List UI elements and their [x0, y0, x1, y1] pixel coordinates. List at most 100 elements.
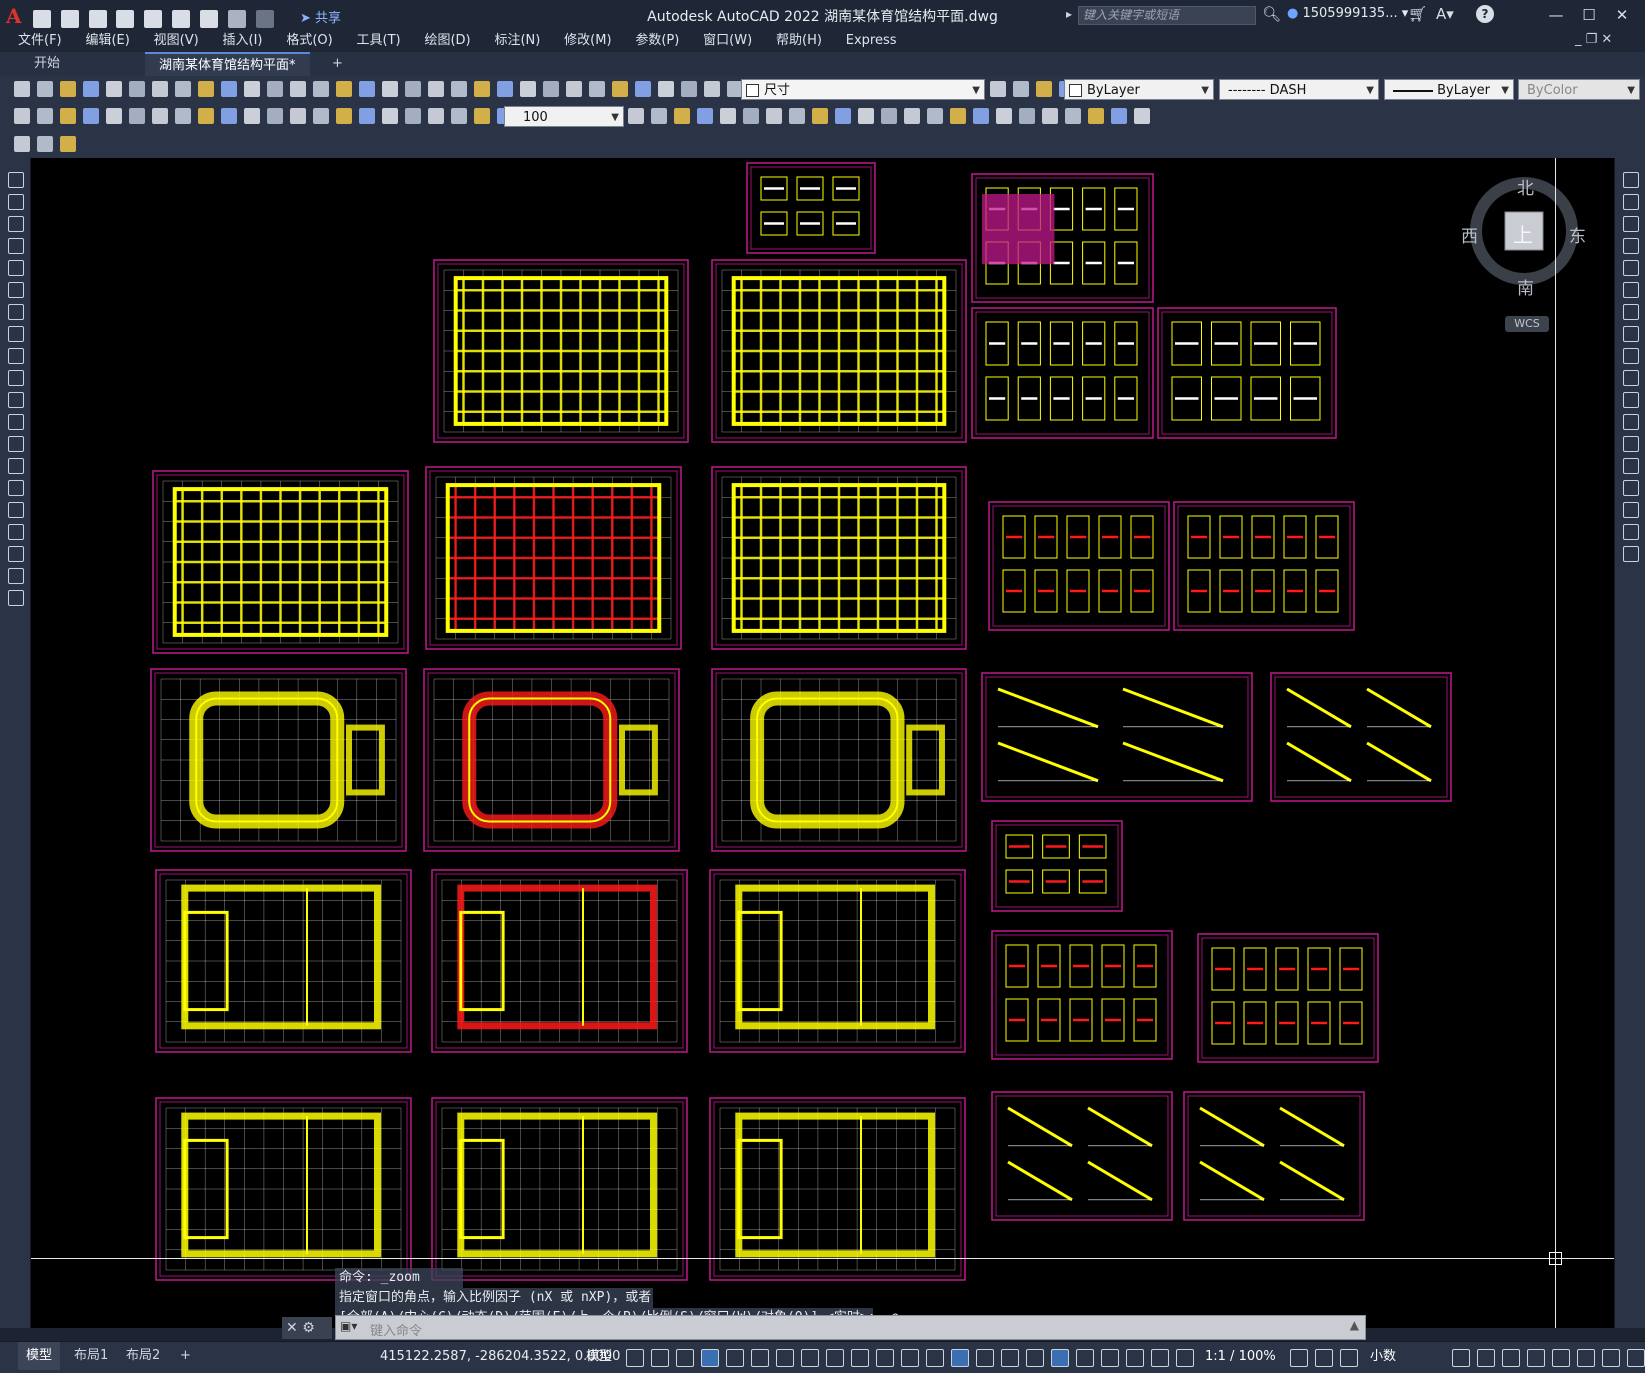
tool-button-icon[interactable]: [881, 108, 897, 124]
tool-button-icon[interactable]: [175, 81, 191, 97]
viewcube[interactable]: 北 南 东 西 上: [1461, 174, 1586, 299]
status-toggle-icon[interactable]: [776, 1349, 794, 1367]
tool-button-icon[interactable]: [1065, 108, 1081, 124]
command-input[interactable]: ▣▾ 键入命令 ▲: [335, 1315, 1366, 1340]
dimscale-dropdown[interactable]: 100 ▼: [504, 106, 624, 127]
palette-tool-icon[interactable]: [8, 326, 24, 342]
palette-tool-icon[interactable]: [8, 370, 24, 386]
tool-button-icon[interactable]: [990, 81, 1006, 97]
tool-button-icon[interactable]: [658, 81, 674, 97]
tool-button-icon[interactable]: [359, 81, 375, 97]
status-toggle-icon[interactable]: [1026, 1349, 1044, 1367]
menu-help[interactable]: 帮助(H): [766, 30, 832, 52]
menu-dimension[interactable]: 标注(N): [484, 30, 550, 52]
menu-window[interactable]: 窗口(W): [693, 30, 762, 52]
tool-button-icon[interactable]: [543, 81, 559, 97]
tool-button-icon[interactable]: [336, 81, 352, 97]
tool-button-icon[interactable]: [405, 108, 421, 124]
status-toggle-icon[interactable]: [1527, 1349, 1545, 1367]
tool-button-icon[interactable]: [313, 81, 329, 97]
help-icon[interactable]: ?: [1476, 5, 1494, 23]
menu-file[interactable]: 文件(F): [8, 30, 72, 52]
menu-modify[interactable]: 修改(M): [554, 30, 621, 52]
status-toggle-icon[interactable]: [926, 1349, 944, 1367]
status-toggle-icon[interactable]: [1452, 1349, 1470, 1367]
status-toggle-icon[interactable]: [1315, 1349, 1333, 1367]
tool-button-icon[interactable]: [60, 81, 76, 97]
palette-tool-icon[interactable]: [1623, 348, 1639, 364]
tool-button-icon[interactable]: [60, 136, 76, 152]
tool-button-icon[interactable]: [267, 81, 283, 97]
tool-button-icon[interactable]: [743, 108, 759, 124]
status-toggle-icon[interactable]: [951, 1349, 969, 1367]
tool-button-icon[interactable]: [83, 108, 99, 124]
tool-button-icon[interactable]: [405, 81, 421, 97]
tool-button-icon[interactable]: [129, 81, 145, 97]
tool-button-icon[interactable]: [313, 108, 329, 124]
palette-tool-icon[interactable]: [1623, 370, 1639, 386]
status-toggle-icon[interactable]: [701, 1349, 719, 1367]
palette-tool-icon[interactable]: [8, 172, 24, 188]
palette-tool-icon[interactable]: [1623, 260, 1639, 276]
palette-tool-icon[interactable]: [8, 480, 24, 496]
tool-button-icon[interactable]: [198, 81, 214, 97]
tool-button-icon[interactable]: [681, 81, 697, 97]
tab-layout2[interactable]: 布局2: [118, 1342, 168, 1370]
palette-tool-icon[interactable]: [1623, 502, 1639, 518]
compass-west[interactable]: 西: [1461, 222, 1478, 247]
tool-button-icon[interactable]: [474, 81, 490, 97]
status-toggle-icon[interactable]: [901, 1349, 919, 1367]
tool-button-icon[interactable]: [674, 108, 690, 124]
tool-button-icon[interactable]: [14, 81, 30, 97]
close-icon[interactable]: ✕: [286, 1320, 298, 1336]
close-button[interactable]: ✕: [1607, 4, 1637, 26]
compass-north[interactable]: 北: [1517, 174, 1534, 199]
tool-button-icon[interactable]: [835, 108, 851, 124]
palette-tool-icon[interactable]: [8, 216, 24, 232]
palette-tool-icon[interactable]: [1623, 326, 1639, 342]
annotation-scale[interactable]: 1:1 / 100%: [1205, 1342, 1276, 1372]
status-toggle-icon[interactable]: [851, 1349, 869, 1367]
tool-button-icon[interactable]: [1111, 108, 1127, 124]
menu-insert[interactable]: 插入(I): [213, 30, 273, 52]
status-toggle-icon[interactable]: [1602, 1349, 1620, 1367]
palette-tool-icon[interactable]: [8, 282, 24, 298]
tool-button-icon[interactable]: [1013, 81, 1029, 97]
doc-window-controls[interactable]: _ ❐ ✕: [1575, 32, 1612, 47]
palette-tool-icon[interactable]: [8, 458, 24, 474]
menu-draw[interactable]: 绘图(D): [414, 30, 480, 52]
status-toggle-icon[interactable]: [1552, 1349, 1570, 1367]
add-layout-button[interactable]: +: [172, 1342, 199, 1370]
status-toggle-icon[interactable]: [1051, 1349, 1069, 1367]
tool-button-icon[interactable]: [428, 108, 444, 124]
status-toggle-icon[interactable]: [876, 1349, 894, 1367]
tool-button-icon[interactable]: [290, 108, 306, 124]
tool-button-icon[interactable]: [221, 81, 237, 97]
tool-button-icon[interactable]: [589, 81, 605, 97]
linetype-dropdown[interactable]: -------- DASH ▼: [1219, 79, 1379, 100]
units-setting[interactable]: 小数: [1370, 1342, 1396, 1372]
status-toggle-icon[interactable]: [1126, 1349, 1144, 1367]
palette-tool-icon[interactable]: [1623, 238, 1639, 254]
tool-button-icon[interactable]: [175, 108, 191, 124]
tool-button-icon[interactable]: [359, 108, 375, 124]
palette-tool-icon[interactable]: [1623, 194, 1639, 210]
palette-tool-icon[interactable]: [1623, 392, 1639, 408]
tool-button-icon[interactable]: [904, 108, 920, 124]
tool-button-icon[interactable]: [704, 81, 720, 97]
tool-button-icon[interactable]: [336, 108, 352, 124]
command-line-handle[interactable]: ✕ ⚙: [282, 1317, 332, 1339]
tool-button-icon[interactable]: [858, 108, 874, 124]
wrench-icon[interactable]: ⚙: [302, 1320, 315, 1336]
status-toggle-icon[interactable]: [1577, 1349, 1595, 1367]
palette-tool-icon[interactable]: [1623, 216, 1639, 232]
layer-dropdown[interactable]: 尺寸 ▼: [741, 79, 985, 100]
tool-button-icon[interactable]: [129, 108, 145, 124]
tool-button-icon[interactable]: [428, 81, 444, 97]
palette-tool-icon[interactable]: [1623, 480, 1639, 496]
tool-button-icon[interactable]: [497, 81, 513, 97]
status-toggle-icon[interactable]: [1176, 1349, 1194, 1367]
tool-button-icon[interactable]: [152, 108, 168, 124]
status-toggle-icon[interactable]: [751, 1349, 769, 1367]
palette-tool-icon[interactable]: [1623, 458, 1639, 474]
